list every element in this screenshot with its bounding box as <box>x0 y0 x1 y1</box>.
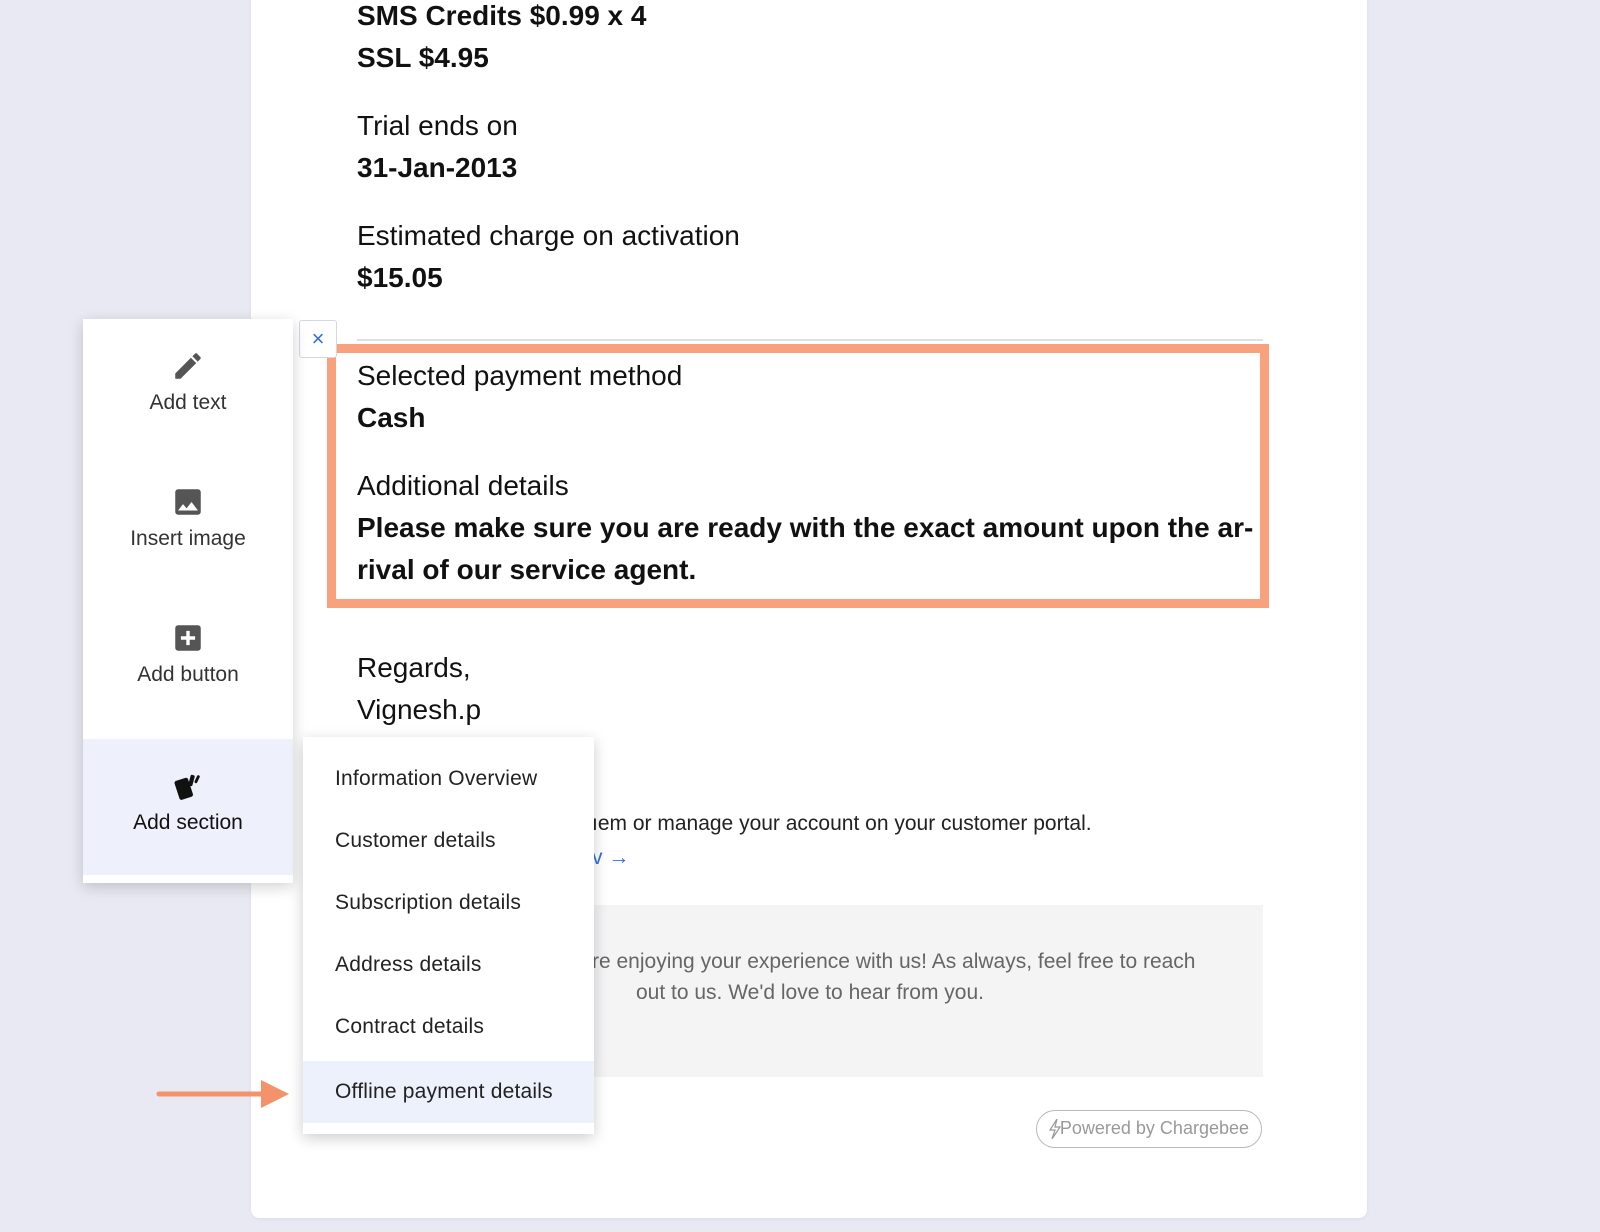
section-dropdown: Information Overview Customer details Su… <box>303 737 594 1134</box>
dropdown-item-customer-details[interactable]: Customer details <box>303 810 594 872</box>
close-button[interactable]: × <box>299 320 337 358</box>
editor-toolbar: Add text Insert image Add button Add sec… <box>83 319 293 883</box>
trial-label: Trial ends on <box>357 110 518 141</box>
estimate-value: $15.05 <box>357 262 443 293</box>
add-text-button[interactable]: Add text <box>83 319 293 455</box>
payment-method-value: Cash <box>357 402 426 433</box>
powered-by-label: Powered by Chargebee <box>1059 1118 1249 1138</box>
insert-image-label: Insert image <box>130 527 246 550</box>
add-button-label: Add button <box>137 663 239 686</box>
add-text-label: Add text <box>149 391 227 414</box>
plus-square-icon <box>175 625 201 651</box>
add-button-button[interactable]: Add button <box>83 591 293 727</box>
footer-line-1: re enjoying your experience with us! As … <box>592 950 1196 973</box>
add-section-label: Add section <box>133 811 243 834</box>
portal-link[interactable]: v → <box>592 846 629 870</box>
dropdown-item-information-overview[interactable]: Information Overview <box>303 748 594 810</box>
sms-credits-line: SMS Credits $0.99 x 4 <box>357 0 647 31</box>
estimate-label: Estimated charge on activation <box>357 220 740 251</box>
regards-text: Regards, <box>357 652 471 683</box>
dropdown-item-contract-details[interactable]: Contract details <box>303 996 594 1058</box>
powered-by-badge[interactable]: Powered by Chargebee <box>1036 1110 1262 1148</box>
portal-text: ıem or manage your account on your custo… <box>592 812 1092 835</box>
dropdown-item-address-details[interactable]: Address details <box>303 934 594 996</box>
image-icon <box>175 489 201 515</box>
pointer-arrow-icon <box>156 1080 289 1108</box>
additional-details-label: Additional details <box>357 470 569 501</box>
signature-text: Vignesh.p <box>357 694 482 725</box>
trial-date: 31-Jan-2013 <box>357 152 518 183</box>
divider <box>357 339 1263 341</box>
close-icon: × <box>311 326 325 351</box>
insert-image-button[interactable]: Insert image <box>83 455 293 591</box>
ssl-line: SSL $4.95 <box>357 42 489 73</box>
cards-icon <box>174 774 200 800</box>
pencil-icon <box>175 353 201 379</box>
dropdown-item-offline-payment-details[interactable]: Offline payment details <box>303 1061 594 1123</box>
additional-details-line1: Please make sure you are ready with the … <box>357 512 1254 543</box>
footer-line-2: out to us. We'd love to hear from you. <box>636 981 984 1004</box>
lightning-icon <box>1049 1119 1061 1139</box>
additional-details-line2: rival of our service agent. <box>357 554 697 585</box>
add-section-button[interactable]: Add section <box>83 739 293 875</box>
footer-message: re enjoying your experience with us! As … <box>592 946 1212 1008</box>
payment-method-label: Selected payment method <box>357 360 683 391</box>
dropdown-item-subscription-details[interactable]: Subscription details <box>303 872 594 934</box>
